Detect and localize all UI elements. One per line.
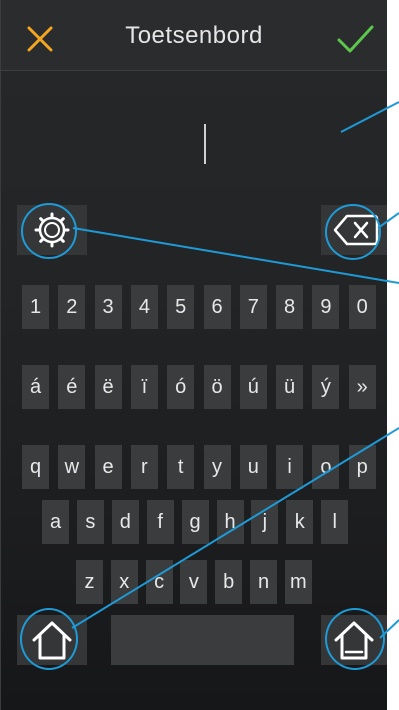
- key-accents-7[interactable]: ü: [276, 365, 304, 409]
- key-accents-8[interactable]: ý: [312, 365, 340, 409]
- confirm-button[interactable]: [335, 22, 375, 56]
- backspace-icon: [333, 214, 379, 246]
- key-row2-7[interactable]: k: [286, 500, 314, 544]
- key-row1-9[interactable]: p: [348, 445, 376, 489]
- key-row1-4[interactable]: t: [167, 445, 195, 489]
- key-accents-5[interactable]: ö: [203, 365, 231, 409]
- key-accents-3[interactable]: ï: [130, 365, 158, 409]
- key-numbers-4[interactable]: 5: [167, 285, 195, 329]
- key-numbers-1[interactable]: 2: [58, 285, 86, 329]
- key-row2-1[interactable]: s: [76, 500, 104, 544]
- key-row1-7[interactable]: i: [276, 445, 304, 489]
- key-numbers-8[interactable]: 9: [312, 285, 340, 329]
- key-row2-3[interactable]: f: [146, 500, 174, 544]
- key-accents-0[interactable]: á: [22, 365, 49, 409]
- key-row2-0[interactable]: a: [42, 500, 69, 544]
- key-row3-1[interactable]: x: [110, 560, 138, 604]
- text-caret: [204, 124, 206, 164]
- key-numbers-3[interactable]: 4: [130, 285, 158, 329]
- key-row1-2[interactable]: e: [94, 445, 122, 489]
- key-accents-9[interactable]: »: [348, 365, 376, 409]
- key-numbers-9[interactable]: 0: [348, 285, 376, 329]
- key-row1-0[interactable]: q: [22, 445, 49, 489]
- key-accents-4[interactable]: ó: [167, 365, 195, 409]
- space-key[interactable]: [111, 615, 294, 665]
- key-row3-2[interactable]: c: [145, 560, 173, 604]
- backspace-button[interactable]: [321, 205, 387, 255]
- key-row3-4[interactable]: b: [215, 560, 243, 604]
- key-row3-6[interactable]: m: [284, 560, 312, 604]
- home-underline-icon: [334, 621, 374, 660]
- text-input-area[interactable]: [1, 71, 387, 201]
- key-row2-4[interactable]: g: [181, 500, 209, 544]
- key-numbers-6[interactable]: 7: [239, 285, 267, 329]
- key-row2-6[interactable]: j: [251, 500, 279, 544]
- key-row3-5[interactable]: n: [250, 560, 277, 604]
- settings-button[interactable]: [17, 205, 87, 255]
- key-numbers-0[interactable]: 1: [22, 285, 49, 329]
- key-row2-5[interactable]: h: [216, 500, 244, 544]
- key-row1-3[interactable]: r: [130, 445, 158, 489]
- gear-icon: [34, 212, 70, 248]
- key-row3-0[interactable]: z: [76, 560, 103, 604]
- check-icon: [337, 25, 374, 53]
- key-row2-2[interactable]: d: [111, 500, 139, 544]
- key-accents-6[interactable]: ú: [239, 365, 267, 409]
- key-numbers-7[interactable]: 8: [276, 285, 304, 329]
- key-accents-2[interactable]: ë: [94, 365, 122, 409]
- top-bar: Toetsenbord: [1, 0, 387, 71]
- home-icon: [32, 621, 72, 660]
- page-title: Toetsenbord: [125, 22, 263, 49]
- keyboard-screen: Toetsenbord 1234567890 áéëïó ö ú ü ý » q …: [0, 0, 387, 710]
- key-row1-1[interactable]: w: [58, 445, 86, 489]
- key-accents-1[interactable]: é: [58, 365, 86, 409]
- key-row1-5[interactable]: y: [203, 445, 231, 489]
- key-row3-3[interactable]: v: [180, 560, 208, 604]
- key-row2-8[interactable]: l: [321, 500, 349, 544]
- key-row1-6[interactable]: u: [239, 445, 267, 489]
- key-numbers-2[interactable]: 3: [94, 285, 122, 329]
- home-button-left[interactable]: [17, 615, 87, 665]
- home-button-right[interactable]: [321, 615, 387, 665]
- key-numbers-5[interactable]: 6: [203, 285, 231, 329]
- key-row1-8[interactable]: o: [312, 445, 340, 489]
